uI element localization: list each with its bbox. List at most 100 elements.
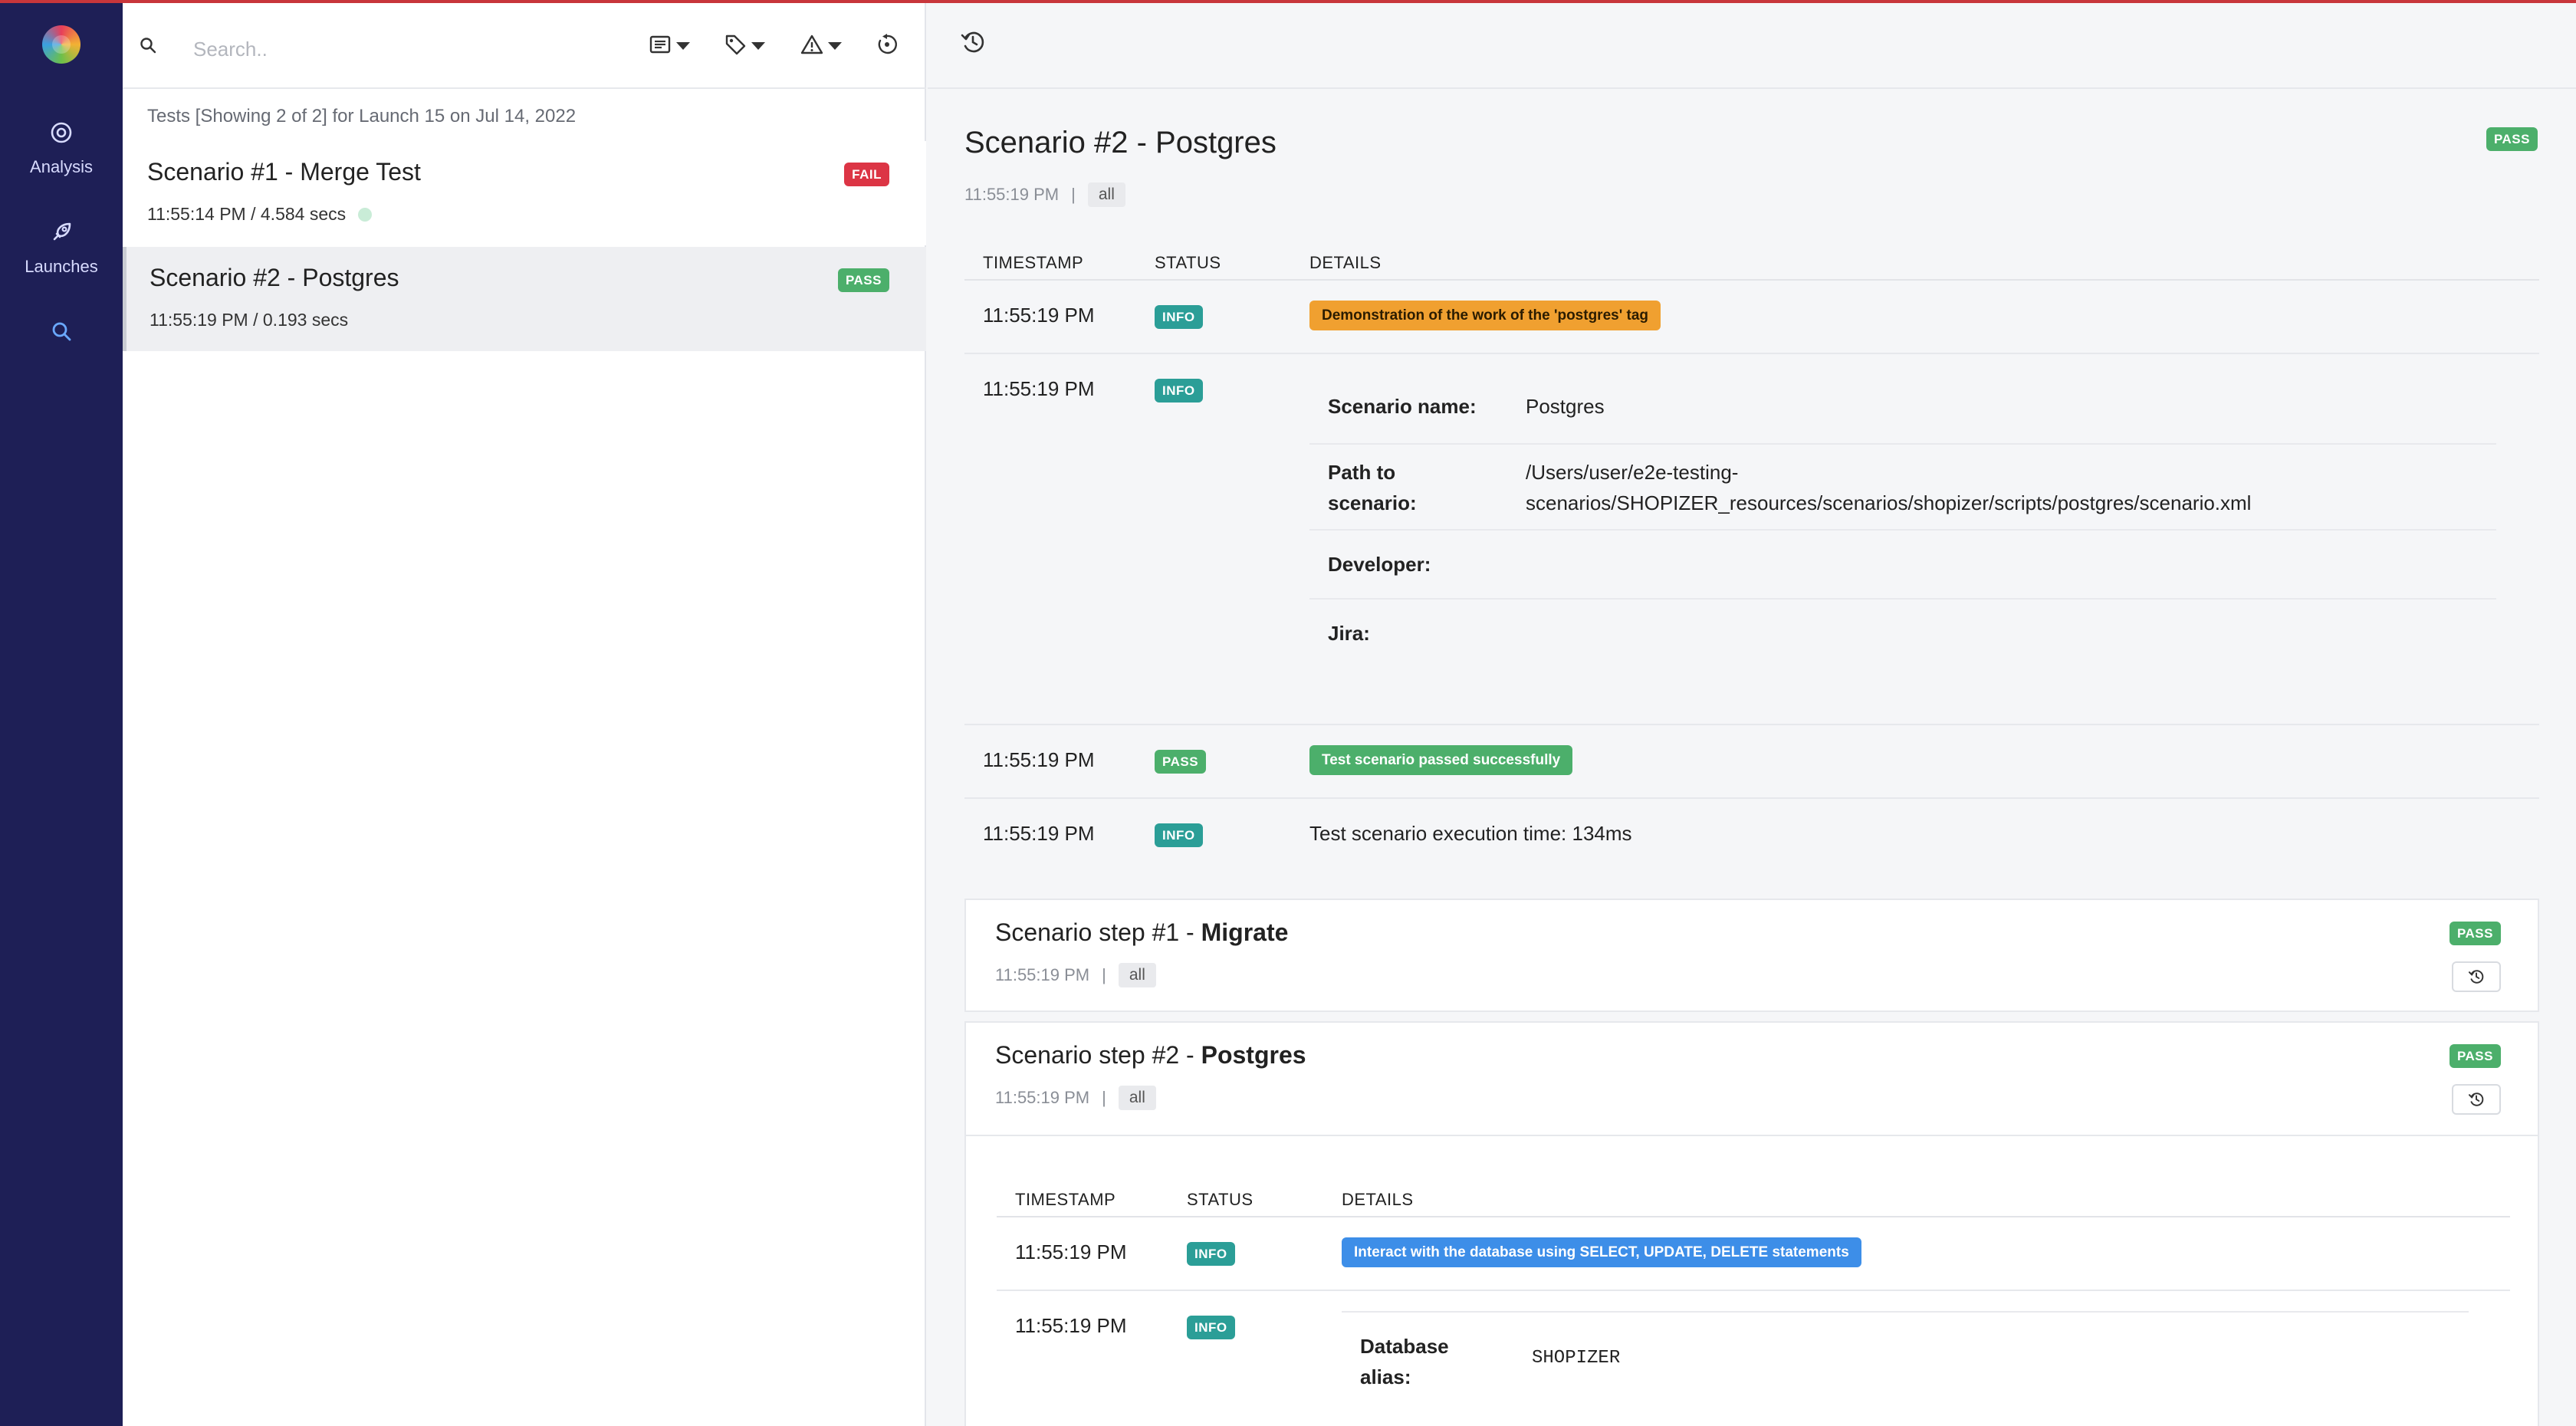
info-row: Developer:: [1309, 531, 2496, 600]
status-badge: PASS: [2486, 127, 2538, 151]
info-key: Database: [1360, 1335, 1449, 1358]
tag-filter-button[interactable]: [724, 31, 765, 61]
db-info-table: Database alias: SHOPIZER: [1342, 1311, 2469, 1388]
info-key: alias:: [1360, 1365, 1411, 1388]
sidebar-item-label: Launches: [25, 257, 98, 276]
step-name: Postgres: [1201, 1041, 1306, 1069]
info-key: scenario:: [1328, 491, 1417, 514]
row-timestamp: 11:55:19 PM: [983, 748, 1095, 771]
step-title: Scenario step #2 - Postgres: [995, 1041, 1306, 1070]
info-key: Jira:: [1328, 622, 1370, 645]
chevron-down-icon: [676, 42, 690, 50]
step-time: 11:55:19 PM: [995, 965, 1090, 984]
step-prefix: Scenario step #2 -: [995, 1041, 1201, 1069]
warning-icon: [800, 33, 823, 60]
meta-separator: |: [1102, 1088, 1106, 1107]
detail-tag-chip: Interact with the database using SELECT,…: [1342, 1237, 1861, 1267]
search-icon: [140, 37, 156, 58]
scenario-info-table: Scenario name: Postgres Path to scenario…: [1309, 374, 2496, 669]
severity-filter-button[interactable]: [800, 31, 842, 61]
status-badge: INFO: [1155, 379, 1203, 402]
info-value: Postgres: [1526, 395, 1605, 418]
column-header-details: DETAILS: [1309, 253, 1382, 272]
list-icon: [649, 33, 672, 60]
info-value: scenarios/SHOPIZER_resources/scenarios/s…: [1526, 491, 2252, 514]
row-timestamp: 11:55:19 PM: [983, 822, 1095, 845]
step-time: 11:55:19 PM: [995, 1088, 1090, 1107]
info-key: Scenario name:: [1328, 395, 1477, 418]
detail-toolbar: [928, 3, 2576, 89]
sidebar-item-search[interactable]: [0, 320, 123, 346]
status-badge: PASS: [837, 268, 889, 292]
search-input[interactable]: [193, 29, 592, 69]
status-badge: FAIL: [844, 163, 889, 186]
table-row: 11:55:19 PM INFO Interact with the datab…: [997, 1217, 2510, 1291]
column-header-timestamp: TIMESTAMP: [1015, 1190, 1116, 1209]
step-meta: 11:55:19 PM | all: [995, 1086, 1156, 1110]
info-row: Scenario name: Postgres: [1309, 374, 2496, 445]
table-row: 11:55:19 PM INFO Test scenario execution…: [964, 799, 2539, 872]
tag-pill[interactable]: all: [1087, 182, 1125, 207]
tests-panel: Tests [Showing 2 of 2] for Launch 15 on …: [123, 3, 926, 1426]
step-name: Migrate: [1201, 918, 1289, 946]
table-row: 11:55:19 PM INFO Scenario name: Postgres…: [964, 354, 2539, 725]
scenario-title: Scenario #2 - Postgres: [964, 126, 1276, 159]
history-icon[interactable]: [960, 29, 986, 59]
info-key: Developer:: [1328, 553, 1431, 576]
table-header: TIMESTAMP STATUS DETAILS: [964, 238, 2539, 281]
sidebar-item-launches[interactable]: Launches: [0, 221, 123, 277]
reset-filters-button[interactable]: [876, 31, 899, 61]
top-accent-bar: [0, 0, 2576, 3]
step-card[interactable]: Scenario step #2 - Postgres 11:55:19 PM …: [964, 1021, 2539, 1136]
column-header-status: STATUS: [1155, 253, 1221, 272]
step-history-button[interactable]: [2452, 961, 2501, 992]
test-title: Scenario #1 - Merge Test: [147, 158, 421, 186]
status-badge: INFO: [1155, 823, 1203, 847]
tag-pill[interactable]: all: [1118, 1086, 1156, 1110]
column-header-details: DETAILS: [1342, 1190, 1414, 1209]
test-time-duration: 11:55:14 PM / 4.584 secs: [147, 204, 347, 224]
table-row: 11:55:19 PM INFO Demonstration of the wo…: [964, 281, 2539, 354]
step-history-button[interactable]: [2452, 1084, 2501, 1115]
history-icon: [2468, 970, 2484, 984]
tag-pill[interactable]: all: [1118, 963, 1156, 987]
test-meta: 11:55:14 PM / 4.584 secs: [147, 204, 373, 225]
chevron-down-icon: [828, 42, 842, 50]
row-timestamp: 11:55:19 PM: [983, 377, 1095, 400]
scenario-detail-panel: Scenario #2 - Postgres PASS 11:55:19 PM …: [928, 3, 2576, 1426]
app-logo[interactable]: [42, 25, 80, 64]
row-timestamp: 11:55:19 PM: [983, 304, 1095, 327]
scenario-meta: 11:55:19 PM | all: [964, 182, 1125, 207]
scenario-time: 11:55:19 PM: [964, 185, 1060, 204]
chevron-down-icon: [751, 42, 765, 50]
status-badge: PASS: [2449, 1044, 2501, 1068]
test-time-duration: 11:55:19 PM / 0.193 secs: [150, 310, 349, 330]
info-value: SHOPIZER: [1532, 1348, 1621, 1368]
table-header: TIMESTAMP STATUS DETAILS: [997, 1175, 2510, 1217]
sidebar: Analysis Launches: [0, 0, 123, 1426]
info-row: Path to scenario: /Users/user/e2e-testin…: [1309, 445, 2496, 531]
step-card[interactable]: Scenario step #1 - Migrate 11:55:19 PM |…: [964, 899, 2539, 1012]
row-timestamp: 11:55:19 PM: [1015, 1240, 1127, 1263]
meta-separator: |: [1071, 185, 1076, 204]
history-icon: [2468, 1092, 2484, 1106]
info-key: Path to: [1328, 461, 1396, 484]
format-filter-button[interactable]: [649, 31, 690, 61]
sidebar-item-label: Analysis: [30, 157, 93, 176]
step-log-table: TIMESTAMP STATUS DETAILS 11:55:19 PM INF…: [997, 1175, 2510, 1426]
tests-list-header: Tests [Showing 2 of 2] for Launch 15 on …: [147, 106, 577, 127]
tag-icon: [724, 33, 747, 60]
sidebar-item-analysis[interactable]: Analysis: [0, 121, 123, 177]
row-timestamp: 11:55:19 PM: [1015, 1314, 1127, 1337]
step-meta: 11:55:19 PM | all: [995, 963, 1156, 987]
info-row: Jira:: [1309, 600, 2496, 669]
step-log-area: TIMESTAMP STATUS DETAILS 11:55:19 PM INF…: [964, 1136, 2539, 1426]
test-list-item-selected[interactable]: Scenario #2 - Postgres 11:55:19 PM / 0.1…: [123, 247, 926, 351]
info-value: /Users/user/e2e-testing-: [1526, 461, 1739, 484]
scenario-log-table: TIMESTAMP STATUS DETAILS 11:55:19 PM INF…: [964, 238, 2539, 872]
test-list-item[interactable]: Scenario #1 - Merge Test 11:55:14 PM / 4…: [123, 141, 926, 245]
reset-icon: [876, 33, 899, 60]
table-row: 11:55:19 PM PASS Test scenario passed su…: [964, 725, 2539, 799]
test-meta: 11:55:19 PM / 0.193 secs: [150, 310, 348, 330]
column-header-timestamp: TIMESTAMP: [983, 253, 1084, 272]
